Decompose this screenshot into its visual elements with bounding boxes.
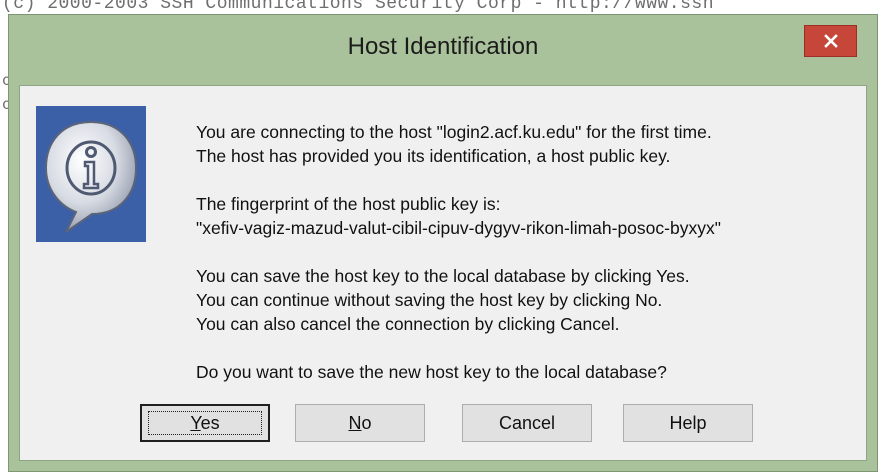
- message-line: You can save the host key to the local d…: [196, 266, 690, 286]
- help-button-label: Help: [669, 412, 707, 433]
- yes-button[interactable]: Yes: [140, 404, 270, 442]
- background-terminal-text: (c) 2000-2003 SSH Communications Securit…: [2, 0, 715, 14]
- host-identification-dialog: Host Identification You are connecting t…: [8, 14, 878, 472]
- close-icon: [823, 34, 838, 48]
- focus-indicator: [148, 411, 262, 435]
- help-button[interactable]: Help: [623, 404, 753, 442]
- close-button[interactable]: [804, 25, 857, 57]
- message-line: You can continue without saving the host…: [196, 290, 663, 310]
- dialog-title-bar[interactable]: Host Identification: [9, 15, 877, 79]
- message-line: You can also cancel the connection by cl…: [196, 314, 620, 334]
- message-line: The fingerprint of the host public key i…: [196, 194, 501, 214]
- cancel-button[interactable]: Cancel: [462, 404, 592, 442]
- information-bubble-icon: [36, 106, 146, 242]
- question-text: Do you want to save the new host key to …: [196, 362, 667, 382]
- dialog-body: You are connecting to the host "login2.a…: [19, 85, 867, 461]
- no-button-label: No: [348, 412, 372, 433]
- message-line: You are connecting to the host "login2.a…: [196, 122, 712, 142]
- no-button[interactable]: No: [295, 404, 425, 442]
- dialog-title: Host Identification: [347, 33, 539, 60]
- fingerprint-text: "xefiv-vagiz-mazud-valut-cibil-cipuv-dyg…: [196, 218, 721, 238]
- cancel-button-label: Cancel: [498, 412, 556, 433]
- message-line: The host has provided you its identifica…: [196, 146, 671, 166]
